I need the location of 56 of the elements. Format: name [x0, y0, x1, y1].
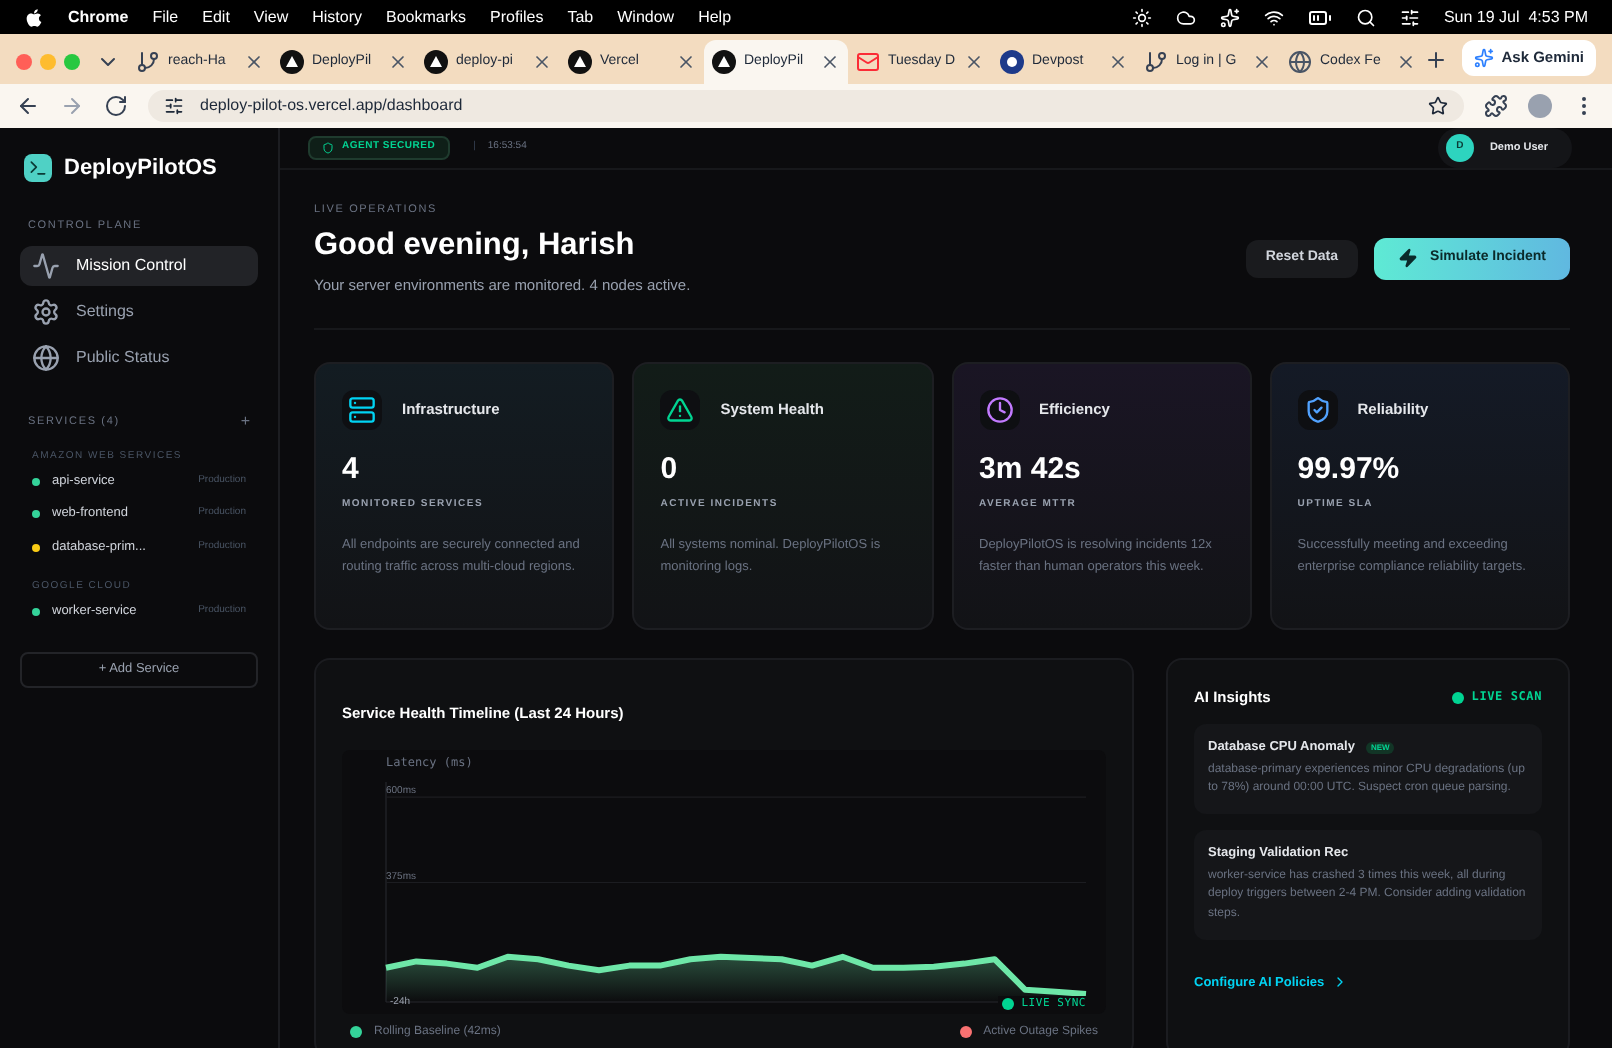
- reload-icon[interactable]: [104, 94, 128, 118]
- branch-icon: [136, 50, 160, 74]
- close-icon[interactable]: [1396, 52, 1416, 72]
- menu-item[interactable]: File: [152, 5, 179, 29]
- nav-item[interactable]: Public Status: [20, 337, 258, 378]
- close-icon[interactable]: [388, 52, 408, 72]
- extensions-icon[interactable]: [1484, 94, 1508, 118]
- menu-item[interactable]: Edit: [202, 5, 230, 29]
- menu-item[interactable]: Profiles: [490, 5, 544, 29]
- circle-icon: [1000, 50, 1024, 74]
- search-icon[interactable]: [1355, 7, 1376, 27]
- branch-icon: [1144, 50, 1168, 74]
- clock: Sun 19 Jul 4:53 PM: [1443, 5, 1588, 29]
- close-icon[interactable]: [676, 52, 696, 72]
- menu-item[interactable]: Help: [698, 5, 732, 29]
- stat-value: 0: [660, 453, 680, 484]
- nav-item[interactable]: Settings: [20, 291, 258, 332]
- close-icon[interactable]: [1108, 52, 1128, 72]
- nav-item[interactable]: Mission Control: [20, 245, 258, 286]
- mail-icon: [856, 50, 880, 74]
- bolt-icon: [1398, 248, 1419, 269]
- control-center-icon[interactable]: [1399, 7, 1420, 27]
- logo-icon: [24, 154, 52, 183]
- sparkle-icon: [1473, 48, 1494, 68]
- address-field[interactable]: deploy-pilot-os.vercel.app/dashboard: [148, 90, 1464, 122]
- logo-text: DeployPilotOS: [64, 154, 217, 184]
- apple-icon[interactable]: [24, 7, 44, 27]
- menu-item[interactable]: Window: [617, 5, 675, 29]
- greeting-title: Good evening, Harish: [314, 226, 637, 266]
- stat-value: 3m 42s: [979, 453, 1083, 484]
- sun-icon[interactable]: [1131, 7, 1152, 27]
- menu-item[interactable]: Bookmarks: [386, 5, 467, 29]
- globe-icon: [1288, 50, 1312, 74]
- battery-icon[interactable]: [1307, 5, 1332, 29]
- site-info-icon[interactable]: [164, 96, 184, 116]
- stat-value: 4: [342, 453, 361, 484]
- new-tab-icon[interactable]: [1424, 48, 1448, 72]
- close-icon[interactable]: [820, 52, 840, 72]
- cloud-icon[interactable]: [1175, 7, 1196, 27]
- settings-icon: [32, 297, 60, 326]
- close-icon[interactable]: [964, 52, 984, 72]
- add-button[interactable]: +: [240, 409, 250, 434]
- close-icon[interactable]: [244, 52, 264, 72]
- globe-icon: [32, 343, 60, 372]
- menu-item[interactable]: History: [312, 5, 363, 29]
- activity-icon: [32, 251, 60, 280]
- sparkle-icon[interactable]: [1219, 7, 1240, 27]
- app-menu[interactable]: Chrome: [68, 5, 129, 29]
- stat-value: 99.97%: [1297, 453, 1402, 484]
- wifi-icon[interactable]: [1263, 7, 1284, 27]
- close-icon[interactable]: [1252, 52, 1272, 72]
- back-icon[interactable]: [16, 94, 40, 118]
- bookmark-icon[interactable]: [1428, 96, 1448, 116]
- menu-item[interactable]: Tab: [567, 5, 594, 29]
- menu-item[interactable]: View: [253, 5, 289, 29]
- close-icon[interactable]: [532, 52, 552, 72]
